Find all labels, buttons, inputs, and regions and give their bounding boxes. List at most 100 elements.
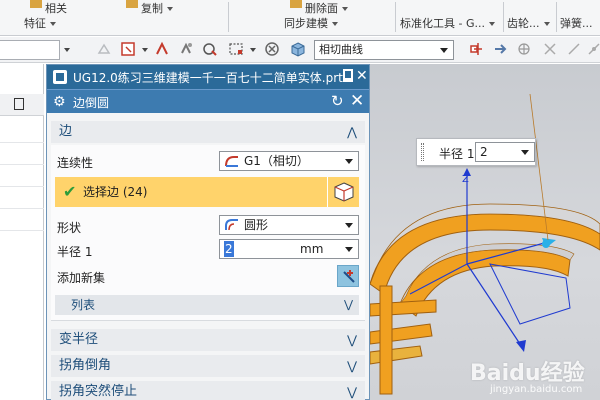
continuity-label: 连续性 [57, 156, 94, 170]
section-header-variable-radius[interactable]: 变半径 ⋁ [51, 329, 365, 351]
snap-point-icon[interactable] [96, 41, 112, 57]
chevron-down-icon [345, 223, 353, 228]
ribbon-separator [228, 2, 229, 32]
ribbon: 相关 复制 删除面 特征 同步建模 标准化工具 - G... 齿轮... 弹簧.… [0, 0, 600, 36]
select-edge-field[interactable]: ✔ 选择边 (24) [55, 177, 327, 207]
ribbon-item-delete-face[interactable]: 删除面 [290, 0, 348, 15]
chevron-down-icon[interactable] [142, 48, 148, 52]
chain-within-feature-icon[interactable] [516, 41, 532, 57]
chevron-down-icon [332, 22, 338, 26]
ribbon-group-sync-modeling: 同步建模 [284, 16, 338, 32]
select-feature-icon[interactable] [154, 41, 170, 57]
related-icon [30, 0, 42, 8]
pin-icon[interactable] [343, 69, 353, 82]
curve-rule-select[interactable]: 相切曲线 [314, 40, 454, 60]
follow-fillet-icon[interactable] [492, 41, 508, 57]
section-header-edge[interactable]: 边 ⋀ [51, 121, 365, 143]
ribbon-separator [395, 2, 396, 32]
add-new-set-button[interactable] [337, 265, 359, 287]
edge-section-body: 连续性 G1（相切） ✔ 选择边 (24) 形状 圆形 半径 1 2 mm 添加… [51, 145, 365, 321]
filter-combo[interactable] [0, 40, 60, 60]
radius-drag-handle[interactable] [542, 240, 550, 248]
radius-tip-value-field[interactable]: 2 [475, 142, 535, 162]
ug-app-icon [53, 70, 67, 84]
radius-unit: mm [300, 242, 324, 256]
divider [0, 208, 44, 209]
construction-box [489, 263, 571, 325]
select-body-icon[interactable] [178, 41, 194, 57]
dialog-title-bar: ⚙ 边倒圆 ↻ ✕ [47, 89, 369, 113]
chevron-down-icon [342, 7, 348, 11]
shape-label: 形状 [57, 221, 82, 235]
model-view[interactable]: Z [370, 64, 600, 400]
snap-mid-icon[interactable] [586, 41, 600, 57]
checkbox-icon[interactable] [14, 98, 24, 110]
select-component-icon[interactable] [202, 41, 218, 57]
window-title-bar: UG12.0练习三维建模一千一百七十二简单实体.prt ✕ [47, 65, 369, 89]
rectangle-select-icon[interactable] [228, 41, 244, 57]
radius-value: 2 [224, 241, 234, 257]
shape-select[interactable]: 圆形 [219, 215, 359, 235]
select-box-icon[interactable] [120, 41, 136, 57]
section-header-corner-stop[interactable]: 拐角突然停止 ⋁ [51, 381, 365, 400]
gear-icon[interactable]: ⚙ [53, 94, 66, 110]
radius-input[interactable]: 2 mm [219, 239, 359, 259]
chevron-down-icon: ⋁ [343, 298, 353, 311]
divider [0, 142, 44, 143]
chevron-down-icon: ⋁ [347, 359, 357, 373]
ribbon-group-spring: 弹簧... [560, 17, 593, 30]
copy-icon [126, 0, 138, 8]
divider [0, 186, 44, 187]
chevron-down-icon[interactable] [64, 48, 70, 52]
section-header-corner-setback[interactable]: 拐角倒角 ⋁ [51, 355, 365, 377]
graphics-window[interactable]: Z [370, 64, 600, 400]
chevron-down-icon [488, 22, 495, 26]
add-set-icon [343, 270, 355, 283]
circular-shape-icon [225, 219, 238, 231]
drag-grip-icon[interactable] [421, 143, 424, 161]
model-post [379, 285, 393, 395]
chevron-down-icon [521, 150, 529, 155]
list-section-header[interactable]: 列表 ⋁ [55, 295, 359, 315]
ribbon-separator [556, 2, 557, 32]
part-navigator [0, 64, 44, 400]
chevron-down-icon [345, 247, 353, 252]
selection-toolbar: 相切曲线 [0, 37, 600, 63]
chevron-down-icon[interactable] [250, 48, 256, 52]
edge-blend-dialog: UG12.0练习三维建模一千一百七十二简单实体.prt ✕ ⚙ 边倒圆 ↻ ✕ … [46, 64, 370, 400]
ribbon-group-feature: 特征 [24, 16, 56, 32]
reset-icon[interactable]: ↻ [331, 92, 344, 110]
window-close-icon[interactable]: ✕ [356, 67, 368, 85]
watermark-url: jingyan.baidu.com [490, 384, 583, 395]
add-new-set-label: 添加新集 [57, 271, 106, 285]
close-icon[interactable]: ✕ [350, 91, 364, 111]
deselect-all-icon[interactable] [264, 41, 280, 57]
window-title: UG12.0练习三维建模一千一百七十二简单实体.prt [73, 71, 343, 85]
chevron-up-icon: ⋀ [347, 125, 357, 139]
radius-onscreen-input[interactable]: 半径 1 2 [416, 138, 536, 166]
z-axis-label: Z [462, 174, 469, 185]
continuity-select[interactable]: G1（相切） [219, 151, 359, 171]
select-edge-cube-button[interactable] [327, 177, 359, 207]
chevron-down-icon: ⋁ [347, 385, 357, 399]
stop-at-intersection-icon[interactable] [468, 41, 484, 57]
watermark-logo: Baidu经验 [470, 361, 585, 386]
divider [0, 230, 44, 231]
snap-end-icon[interactable] [566, 41, 582, 57]
check-icon: ✔ [63, 182, 77, 201]
snap-any-icon[interactable] [542, 41, 558, 57]
dialog-title: 边倒圆 [73, 96, 110, 110]
divider [0, 164, 44, 165]
ribbon-item-copy[interactable]: 复制 [126, 0, 173, 15]
cube-icon [334, 182, 354, 202]
y-axis [466, 263, 521, 345]
ribbon-group-standard-tools: 标准化工具 - G... [400, 16, 495, 32]
chevron-down-icon: ⋁ [347, 333, 357, 347]
tangent-continuity-icon [225, 156, 238, 167]
chevron-down-icon [345, 159, 353, 164]
chevron-down-icon [50, 22, 56, 26]
ribbon-item-related[interactable]: 相关 [30, 0, 67, 15]
cube-view-icon[interactable] [290, 41, 306, 57]
chevron-down-icon [167, 7, 173, 11]
model-rib [370, 323, 433, 345]
